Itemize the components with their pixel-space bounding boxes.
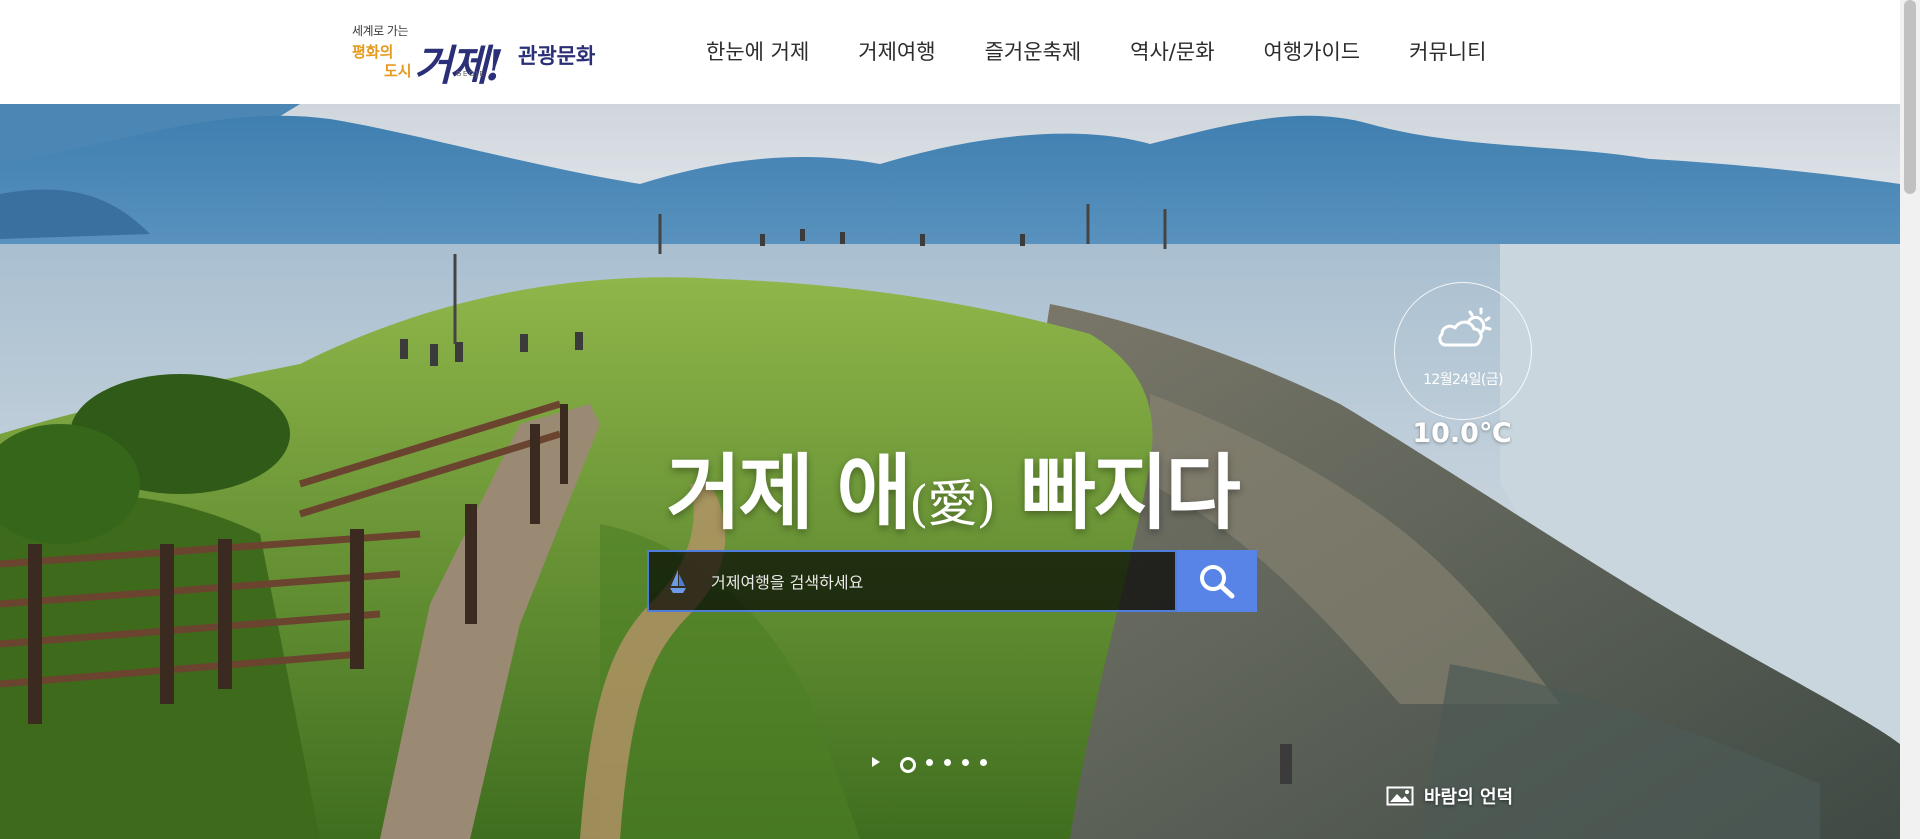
nav-item-travel[interactable]: 거제여행: [858, 36, 935, 66]
search-button[interactable]: [1177, 550, 1257, 612]
search-box: [647, 550, 1177, 612]
nav-item-festival[interactable]: 즐거운축제: [985, 36, 1082, 66]
pager-dot-4[interactable]: [962, 759, 969, 766]
geoje-logo[interactable]: 세계로 가는 평화의 도시 거제! GEOJE: [352, 20, 504, 90]
site-header: 세계로 가는 평화의 도시 거제! GEOJE 관광문화 한눈에 거제 거제여행…: [0, 0, 1900, 104]
logo-city-text: 도시: [384, 62, 412, 80]
scrollbar-thumb[interactable]: [1904, 0, 1916, 194]
hero-headline-text-a: 거제 애: [666, 446, 912, 541]
logo-english-text: GEOJE: [456, 70, 486, 78]
logo-geoje-text: 거제!: [414, 41, 504, 90]
main-nav: 한눈에 거제 거제여행 즐거운축제 역사/문화 여행가이드 커뮤니티: [706, 36, 1486, 66]
pager-dot-2[interactable]: [926, 759, 933, 766]
pager-dot-1[interactable]: [900, 757, 916, 773]
pager-dot-3[interactable]: [944, 759, 951, 766]
hero-headline-text-b: (愛): [908, 475, 996, 533]
play-icon[interactable]: [870, 754, 882, 770]
nav-item-travel-guide[interactable]: 여행가이드: [1264, 36, 1361, 66]
pager-dot-5[interactable]: [980, 759, 987, 766]
boat-icon: [670, 570, 686, 593]
brand-subtitle[interactable]: 관광문화: [518, 40, 595, 70]
photo-caption-text: 바람의 언덕: [1424, 787, 1514, 808]
nav-item-community[interactable]: 커뮤니티: [1409, 36, 1486, 66]
hero-headline-text-c: 빠지다: [995, 446, 1241, 541]
logo-peace-text: 평화의: [352, 43, 394, 61]
weather-date: 12월24일(금): [1423, 372, 1503, 388]
partly-cloudy-icon: [1438, 307, 1492, 347]
weather-temperature: 10.0℃: [1412, 418, 1512, 449]
page-scrollbar[interactable]: [1900, 0, 1920, 839]
photo-caption: 바람의 언덕: [1386, 784, 1513, 808]
search-input[interactable]: [709, 552, 1173, 612]
weather-widget: 12월24일(금): [1394, 282, 1532, 420]
image-icon: [1386, 786, 1414, 806]
hero-visual: 거제 애(愛) 빠지다 12월24일(금) 10.0℃ 거제여행을 검색하세요 …: [0, 104, 1900, 839]
nav-item-overview[interactable]: 한눈에 거제: [706, 36, 809, 66]
logo-tagline: 세계로 가는: [352, 24, 409, 38]
hero-headline: 거제 애(愛) 빠지다: [0, 426, 1900, 545]
nav-item-history-culture[interactable]: 역사/문화: [1130, 36, 1214, 66]
search-icon: [1200, 565, 1235, 599]
